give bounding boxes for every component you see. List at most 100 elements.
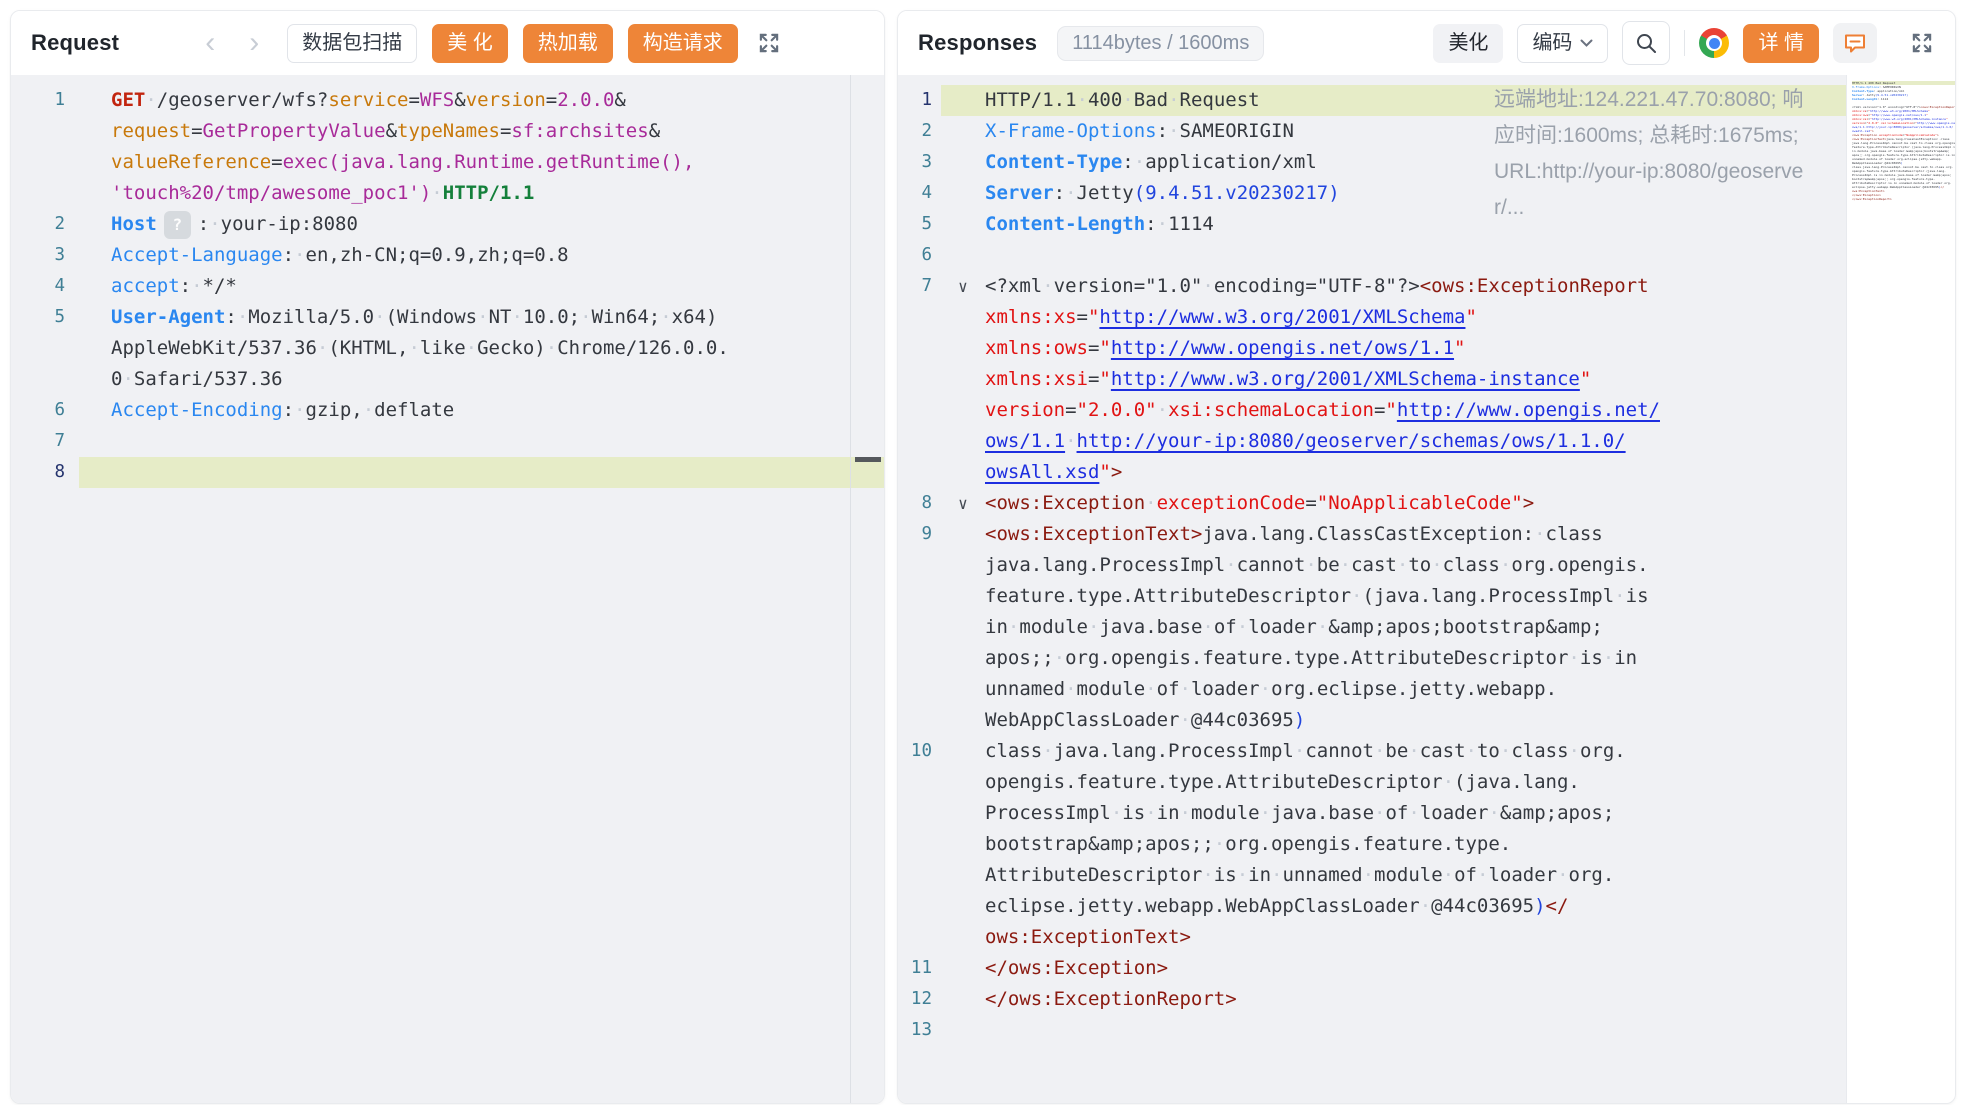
line-number [898, 798, 941, 829]
back-arrow-icon[interactable]: ‹ [205, 28, 215, 58]
fold-gutter [941, 85, 985, 116]
fold-gutter [941, 209, 985, 240]
response-title: Responses [918, 30, 1037, 56]
code-row: 6Accept-Encoding:·gzip,·deflate [11, 395, 884, 426]
xml-link[interactable]: http://www.opengis.net/ [1397, 399, 1660, 421]
fold-gutter [941, 519, 985, 550]
line-number [898, 829, 941, 860]
code-row: 9<ows:ExceptionText>java.lang.ClassCastE… [898, 519, 1846, 550]
code-row: xmlns:xs="http://www.w3.org/2001/XMLSche… [898, 302, 1846, 333]
code-row: unnamed·module·of·loader·org.eclipse.jet… [898, 674, 1846, 705]
code-row: 4accept:·*/* [11, 271, 884, 302]
line-number [898, 364, 941, 395]
request-panel: Request ‹ › 数据包扫描 美 化 热加载 构造请求 1GET·/geo… [10, 10, 885, 1104]
history-nav: ‹ › [205, 28, 259, 58]
xml-link[interactable]: http://www.w3.org/2001/XMLSchema-instanc… [1111, 368, 1580, 390]
comment-button[interactable] [1833, 23, 1877, 63]
fold-gutter [941, 860, 985, 891]
xml-link[interactable]: http://www.w3.org/2001/XMLSchema [1099, 306, 1465, 328]
line-number: 13 [898, 1015, 941, 1046]
minimap-row [1852, 201, 1955, 205]
beautify-button[interactable]: 美 化 [432, 24, 508, 63]
code-row: apos;;·org.opengis.feature.type.Attribut… [898, 643, 1846, 674]
code-row: 7 [11, 426, 884, 457]
encoding-label: 编码 [1532, 32, 1572, 55]
line-number [898, 426, 941, 457]
code-row: xmlns:ows="http://www.opengis.net/ows/1.… [898, 333, 1846, 364]
code-row: 5User-Agent:·Mozilla/5.0·(Windows·NT·10.… [11, 302, 884, 333]
fold-gutter [941, 333, 985, 364]
line-number [11, 178, 79, 209]
details-button[interactable]: 详 情 [1743, 24, 1819, 63]
line-number: 3 [11, 240, 79, 271]
fold-gutter [941, 612, 985, 643]
request-code: 1GET·/geoserver/wfs?service=WFS&version=… [11, 85, 884, 488]
fold-chevron-icon[interactable]: ∨ [941, 488, 985, 519]
comment-icon [1843, 32, 1867, 54]
minimap-content: HTTP/1.1·400·Bad·RequestX-Frame-Options:… [1852, 81, 1955, 205]
response-size-badge: 1114bytes / 1600ms [1057, 26, 1264, 61]
line-number [898, 612, 941, 643]
line-number: 11 [898, 953, 941, 984]
code-row: 8∨<ows:Exception·exceptionCode="NoApplic… [898, 488, 1846, 519]
code-row: xmlns:xsi="http://www.w3.org/2001/XMLSch… [898, 364, 1846, 395]
request-header: Request ‹ › 数据包扫描 美 化 热加载 构造请求 [11, 11, 884, 75]
code-row: feature.type.AttributeDescriptor·(java.l… [898, 581, 1846, 612]
search-button[interactable] [1622, 21, 1670, 65]
response-code-editor[interactable]: 1HTTP/1.1·400·Bad·Request2X-Frame-Option… [898, 75, 1955, 1103]
encoding-dropdown[interactable]: 编码 [1517, 24, 1608, 63]
xml-link[interactable]: ows/1.1 [985, 430, 1065, 452]
fold-chevron-icon[interactable]: ∨ [941, 271, 985, 302]
fold-gutter [941, 581, 985, 612]
fold-gutter [941, 736, 985, 767]
request-code-editor[interactable]: 1GET·/geoserver/wfs?service=WFS&version=… [11, 75, 884, 1103]
xml-link[interactable]: http://your-ip:8080/geoserver/schemas/ow… [1077, 430, 1626, 452]
fold-gutter [941, 457, 985, 488]
line-number [898, 891, 941, 922]
code-row: 12</ows:ExceptionReport> [898, 984, 1846, 1015]
line-number: 2 [898, 116, 941, 147]
fullscreen-expand-icon[interactable] [1909, 30, 1935, 56]
line-number [898, 922, 941, 953]
code-row: 2Host?:·your-ip:8080 [11, 209, 884, 240]
line-number [11, 364, 79, 395]
open-in-chrome-icon[interactable] [1699, 28, 1729, 58]
cursor-position-marker[interactable] [855, 457, 881, 462]
code-row: 4Server:·Jetty(9.4.51.v20230217) [898, 178, 1846, 209]
line-number [11, 333, 79, 364]
code-row: 11</ows:Exception> [898, 953, 1846, 984]
line-number [898, 302, 941, 333]
host-hint-badge[interactable]: ? [164, 211, 191, 239]
line-number: 6 [898, 240, 941, 271]
code-row: opengis.feature.type.AttributeDescriptor… [898, 767, 1846, 798]
fold-gutter [941, 705, 985, 736]
response-toolbar: 美化 编码 详 情 [1433, 21, 1935, 65]
line-number [898, 333, 941, 364]
packet-scan-button[interactable]: 数据包扫描 [287, 24, 417, 63]
fullscreen-expand-icon[interactable] [756, 30, 782, 56]
fold-gutter [941, 116, 985, 147]
response-beautify-button[interactable]: 美化 [1433, 24, 1503, 63]
xml-link[interactable]: http://www.opengis.net/ows/1.1 [1111, 337, 1454, 359]
code-row: valueReference=exec(java.lang.Runtime.ge… [11, 147, 884, 178]
code-row: 8 [11, 457, 884, 488]
code-row: 0·Safari/537.36 [11, 364, 884, 395]
forward-arrow-icon[interactable]: › [249, 28, 259, 58]
line-number: 4 [11, 271, 79, 302]
line-number: 7 [898, 271, 941, 302]
line-number: 9 [898, 519, 941, 550]
line-number [898, 643, 941, 674]
line-number: 8 [11, 457, 79, 488]
fold-gutter [941, 364, 985, 395]
code-row: 1HTTP/1.1·400·Bad·Request [898, 85, 1846, 116]
code-row: owsAll.xsd"> [898, 457, 1846, 488]
code-row: version="2.0.0"·xsi:schemaLocation="http… [898, 395, 1846, 426]
minimap[interactable]: HTTP/1.1·400·Bad·RequestX-Frame-Options:… [1846, 75, 1955, 1103]
fold-gutter [941, 922, 985, 953]
fold-gutter [941, 984, 985, 1015]
hot-reload-button[interactable]: 热加载 [523, 24, 613, 63]
code-row: 5Content-Length:·1114 [898, 209, 1846, 240]
xml-link[interactable]: owsAll.xsd [985, 461, 1099, 483]
build-request-button[interactable]: 构造请求 [628, 24, 738, 63]
line-number [11, 147, 79, 178]
